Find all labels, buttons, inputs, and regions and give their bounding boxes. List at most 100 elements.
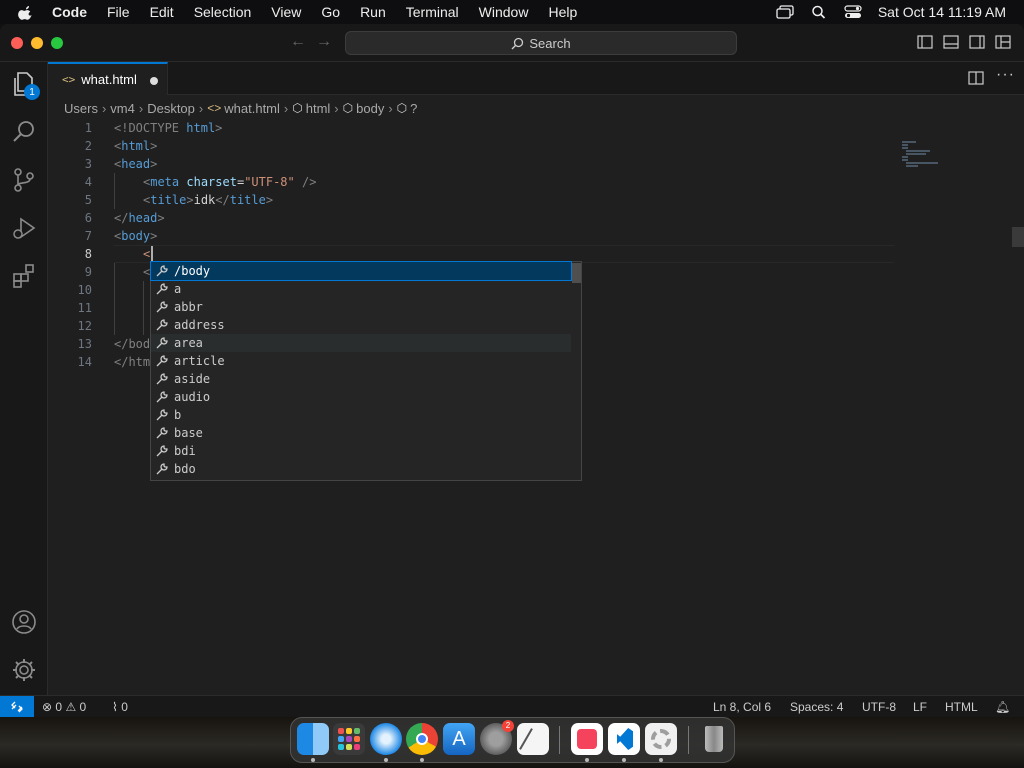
menu-help[interactable]: Help xyxy=(548,4,577,20)
run-and-debug-icon[interactable] xyxy=(10,214,38,242)
apple-logo-icon[interactable] xyxy=(18,4,34,20)
screen-mirroring-icon[interactable] xyxy=(776,5,794,19)
line-number: 7 xyxy=(84,229,92,243)
indentation[interactable]: Spaces: 4 xyxy=(790,699,843,715)
breadcrumb-html[interactable]: html xyxy=(306,101,331,116)
breadcrumb-desktop[interactable]: Desktop xyxy=(147,101,195,116)
menu-edit[interactable]: Edit xyxy=(150,4,174,20)
finder-icon[interactable] xyxy=(297,723,329,755)
dock-separator xyxy=(688,726,689,754)
suggestion-item[interactable]: aside xyxy=(151,370,571,388)
suggest-scrollbar[interactable] xyxy=(572,263,581,283)
menu-view[interactable]: View xyxy=(271,4,301,20)
command-center-label: Search xyxy=(529,35,571,51)
problems-indicator[interactable]: ⊗ 0 ⚠ 0 xyxy=(42,699,86,715)
tab-what-html[interactable]: <> what.html xyxy=(48,62,168,95)
file-encoding[interactable]: UTF-8 xyxy=(862,699,896,715)
line-number: 11 xyxy=(77,301,92,315)
command-center-search[interactable]: Search xyxy=(345,31,737,55)
title-bar: ← → Search xyxy=(0,24,1024,62)
menu-run[interactable]: Run xyxy=(360,4,386,20)
suggestion-item[interactable]: bdi xyxy=(151,442,571,460)
window-minimize-button[interactable] xyxy=(31,37,43,49)
toggle-secondary-sidebar-icon[interactable] xyxy=(969,35,985,49)
source-control-icon[interactable] xyxy=(10,166,38,194)
wrench-icon xyxy=(156,427,168,439)
customize-layout-icon[interactable] xyxy=(995,35,1011,49)
system-settings-gear-icon[interactable] xyxy=(645,723,677,755)
news-icon[interactable] xyxy=(571,723,603,755)
more-actions-icon[interactable]: ··· xyxy=(996,66,1015,84)
suggestion-item-hover[interactable]: area xyxy=(151,334,571,352)
code-line-13: </bod xyxy=(114,337,151,351)
vertical-scrollbar[interactable] xyxy=(1012,227,1024,247)
remote-indicator-button[interactable] xyxy=(0,696,34,717)
manage-gear-icon[interactable] xyxy=(10,656,38,684)
line-number: 5 xyxy=(84,193,92,207)
wrench-icon xyxy=(156,301,168,313)
breadcrumb-file[interactable]: what.html xyxy=(224,101,280,116)
menu-file[interactable]: File xyxy=(107,4,130,20)
cursor-position[interactable]: Ln 8, Col 6 xyxy=(713,699,771,715)
toggle-primary-sidebar-icon[interactable] xyxy=(917,35,933,49)
suggestion-item[interactable]: base xyxy=(151,424,571,442)
code-line-3: <head> xyxy=(114,157,158,171)
suggestion-item[interactable]: b xyxy=(151,406,571,424)
code-line-2: <html> xyxy=(114,139,158,153)
split-editor-icon[interactable] xyxy=(968,71,984,85)
chrome-icon[interactable] xyxy=(406,723,438,755)
menu-terminal[interactable]: Terminal xyxy=(406,4,459,20)
menubar-clock[interactable]: Sat Oct 14 11:19 AM xyxy=(878,4,1006,20)
go-back-icon[interactable]: ← xyxy=(290,33,306,51)
activity-bar: 1 xyxy=(0,62,48,695)
html-file-icon: <> xyxy=(207,101,222,115)
notifications-bell-icon[interactable]: 🔔︎ xyxy=(995,699,1010,715)
toggle-panel-icon[interactable] xyxy=(943,35,959,49)
wrench-icon xyxy=(156,391,168,403)
safari-icon[interactable] xyxy=(370,723,402,755)
line-number: 6 xyxy=(84,211,92,225)
spotlight-search-icon[interactable] xyxy=(810,5,828,19)
symbol-field-icon: ⬡ xyxy=(342,101,354,115)
window-close-button[interactable] xyxy=(11,37,23,49)
suggestion-item[interactable]: bdo xyxy=(151,460,571,478)
minimap[interactable] xyxy=(896,119,996,179)
control-center-icon[interactable] xyxy=(844,5,862,19)
line-number: 10 xyxy=(77,283,92,297)
vscode-icon[interactable] xyxy=(608,723,640,755)
suggestion-item[interactable]: article xyxy=(151,352,571,370)
running-indicator xyxy=(659,758,663,762)
menu-app-name[interactable]: Code xyxy=(52,4,87,20)
search-view-icon[interactable] xyxy=(10,118,38,146)
go-forward-icon[interactable]: → xyxy=(316,33,332,51)
indent-guide xyxy=(143,281,144,335)
app-store-icon[interactable]: A xyxy=(443,723,475,755)
system-settings-icon[interactable]: 2 xyxy=(480,720,514,755)
wrench-icon xyxy=(156,337,168,349)
menu-window[interactable]: Window xyxy=(479,4,529,20)
breadcrumb-vm4[interactable]: vm4 xyxy=(110,101,135,116)
suggestion-item[interactable]: address xyxy=(151,316,571,334)
chevron-right-icon: › xyxy=(388,100,393,116)
breadcrumb-body[interactable]: body xyxy=(356,101,384,116)
extensions-icon[interactable] xyxy=(10,262,38,290)
trash-icon[interactable] xyxy=(698,723,730,755)
window-maximize-button[interactable] xyxy=(51,37,63,49)
breadcrumb-users[interactable]: Users xyxy=(64,101,98,116)
code-line-4: <meta charset="UTF-8" /> xyxy=(143,175,317,189)
suggestion-item-selected[interactable]: /body xyxy=(150,261,572,281)
suggestion-item[interactable]: abbr xyxy=(151,298,571,316)
breadcrumb: Users › vm4 › Desktop › <> what.html › ⬡… xyxy=(64,97,417,119)
menu-go[interactable]: Go xyxy=(321,4,340,20)
menu-selection[interactable]: Selection xyxy=(194,4,252,20)
ports-indicator[interactable]: ⌇ 0 xyxy=(112,699,128,715)
launchpad-icon[interactable] xyxy=(333,723,365,755)
suggestion-item[interactable]: a xyxy=(151,280,571,298)
language-mode[interactable]: HTML xyxy=(945,699,978,715)
end-of-line[interactable]: LF xyxy=(913,699,927,715)
breadcrumb-unknown[interactable]: ? xyxy=(410,101,417,116)
accounts-icon[interactable] xyxy=(10,608,38,636)
suggestion-item[interactable]: audio xyxy=(151,388,571,406)
unsaved-dot-icon[interactable] xyxy=(150,77,158,85)
textedit-icon[interactable] xyxy=(517,723,549,755)
